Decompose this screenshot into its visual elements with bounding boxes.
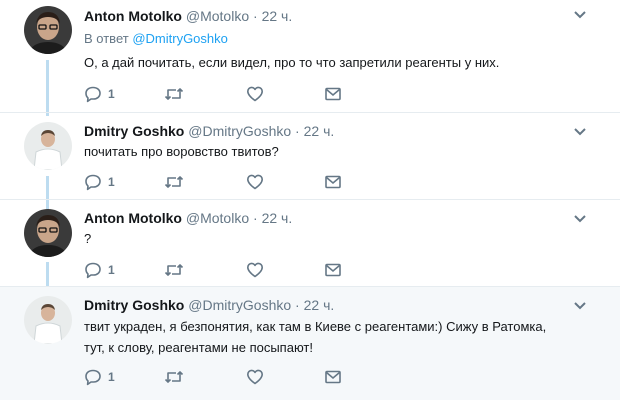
like-button[interactable]: [246, 260, 264, 280]
author-handle[interactable]: @Motolko: [186, 210, 249, 226]
direct-message-button[interactable]: [324, 172, 342, 192]
separator: ·: [295, 297, 300, 313]
avatar[interactable]: [24, 6, 72, 54]
tweet-highlighted[interactable]: Dmitry Goshko @DmitryGoshko · 22 ч. твит…: [0, 287, 620, 400]
reply-icon: [85, 262, 101, 279]
direct-message-button[interactable]: [324, 367, 342, 387]
tweet-header: Dmitry Goshko @DmitryGoshko · 22 ч.: [84, 123, 334, 139]
direct-message-button[interactable]: [324, 260, 342, 280]
retweet-icon: [164, 371, 184, 383]
retweet-icon: [164, 264, 184, 276]
retweet-button[interactable]: [164, 172, 184, 192]
author-name[interactable]: Anton Motolko: [84, 210, 182, 226]
chevron-down-icon[interactable]: [572, 6, 588, 22]
tweet-header: Anton Motolko @Motolko · 22 ч.: [84, 8, 292, 24]
chevron-down-icon[interactable]: [572, 123, 588, 139]
tweet-text-line: тут, к слову, реагентами не посыпают!: [84, 340, 313, 355]
reply-button[interactable]: 1: [84, 172, 115, 192]
like-icon: [247, 174, 263, 190]
avatar[interactable]: [24, 209, 72, 257]
author-name[interactable]: Anton Motolko: [84, 8, 182, 24]
avatar[interactable]: [24, 122, 72, 170]
like-icon: [247, 369, 263, 385]
author-handle[interactable]: @DmitryGoshko: [188, 297, 291, 313]
reply-icon: [85, 369, 101, 386]
tweet-text-line: твит украден, я безпонятия, как там в Ки…: [84, 319, 547, 334]
tweet[interactable]: Dmitry Goshko @DmitryGoshko · 22 ч. почи…: [0, 113, 620, 199]
timestamp[interactable]: 22 ч.: [304, 123, 335, 139]
reply-to-prefix: В ответ: [84, 31, 129, 46]
tweet-text: О, а дай почитать, если видел, про то чт…: [84, 55, 500, 70]
tweet-text: почитать про воровство твитов?: [84, 144, 279, 159]
retweet-button[interactable]: [164, 84, 184, 104]
reply-to-line: В ответ @DmitryGoshko: [84, 31, 228, 46]
action-bar: 1: [84, 84, 364, 104]
like-button[interactable]: [246, 367, 264, 387]
timestamp[interactable]: 22 ч.: [262, 8, 293, 24]
timestamp[interactable]: 22 ч.: [304, 297, 335, 313]
avatar[interactable]: [24, 296, 72, 344]
tweet[interactable]: Anton Motolko @Motolko · 22 ч. В ответ @…: [0, 0, 620, 112]
reply-to-link[interactable]: @DmitryGoshko: [132, 31, 228, 46]
reply-button[interactable]: 1: [84, 84, 115, 104]
reply-icon: [85, 174, 101, 191]
chevron-down-icon[interactable]: [572, 297, 588, 313]
action-bar: 1: [84, 367, 364, 387]
separator: ·: [253, 8, 258, 24]
direct-message-icon: [325, 87, 341, 101]
reply-count: 1: [108, 175, 115, 189]
reply-button[interactable]: 1: [84, 260, 115, 280]
like-icon: [247, 86, 263, 102]
tweet-header: Anton Motolko @Motolko · 22 ч.: [84, 210, 292, 226]
retweet-button[interactable]: [164, 260, 184, 280]
direct-message-icon: [325, 370, 341, 384]
direct-message-icon: [325, 175, 341, 189]
tweet[interactable]: Anton Motolko @Motolko · 22 ч. ? 1: [0, 200, 620, 286]
action-bar: 1: [84, 172, 364, 192]
reply-icon: [85, 86, 101, 103]
tweet-header: Dmitry Goshko @DmitryGoshko · 22 ч.: [84, 297, 334, 313]
tweet-text: ?: [84, 231, 92, 246]
action-bar: 1: [84, 260, 364, 280]
reply-count: 1: [108, 263, 115, 277]
like-button[interactable]: [246, 84, 264, 104]
chevron-down-icon[interactable]: [572, 210, 588, 226]
author-handle[interactable]: @Motolko: [186, 8, 249, 24]
separator: ·: [295, 123, 300, 139]
author-name[interactable]: Dmitry Goshko: [84, 123, 184, 139]
separator: ·: [253, 210, 258, 226]
direct-message-button[interactable]: [324, 84, 342, 104]
author-name[interactable]: Dmitry Goshko: [84, 297, 184, 313]
reply-button[interactable]: 1: [84, 367, 115, 387]
timestamp[interactable]: 22 ч.: [262, 210, 293, 226]
like-button[interactable]: [246, 172, 264, 192]
direct-message-icon: [325, 263, 341, 277]
retweet-icon: [164, 176, 184, 188]
author-handle[interactable]: @DmitryGoshko: [188, 123, 291, 139]
retweet-icon: [164, 88, 184, 100]
reply-count: 1: [108, 370, 115, 384]
reply-count: 1: [108, 87, 115, 101]
like-icon: [247, 262, 263, 278]
retweet-button[interactable]: [164, 367, 184, 387]
